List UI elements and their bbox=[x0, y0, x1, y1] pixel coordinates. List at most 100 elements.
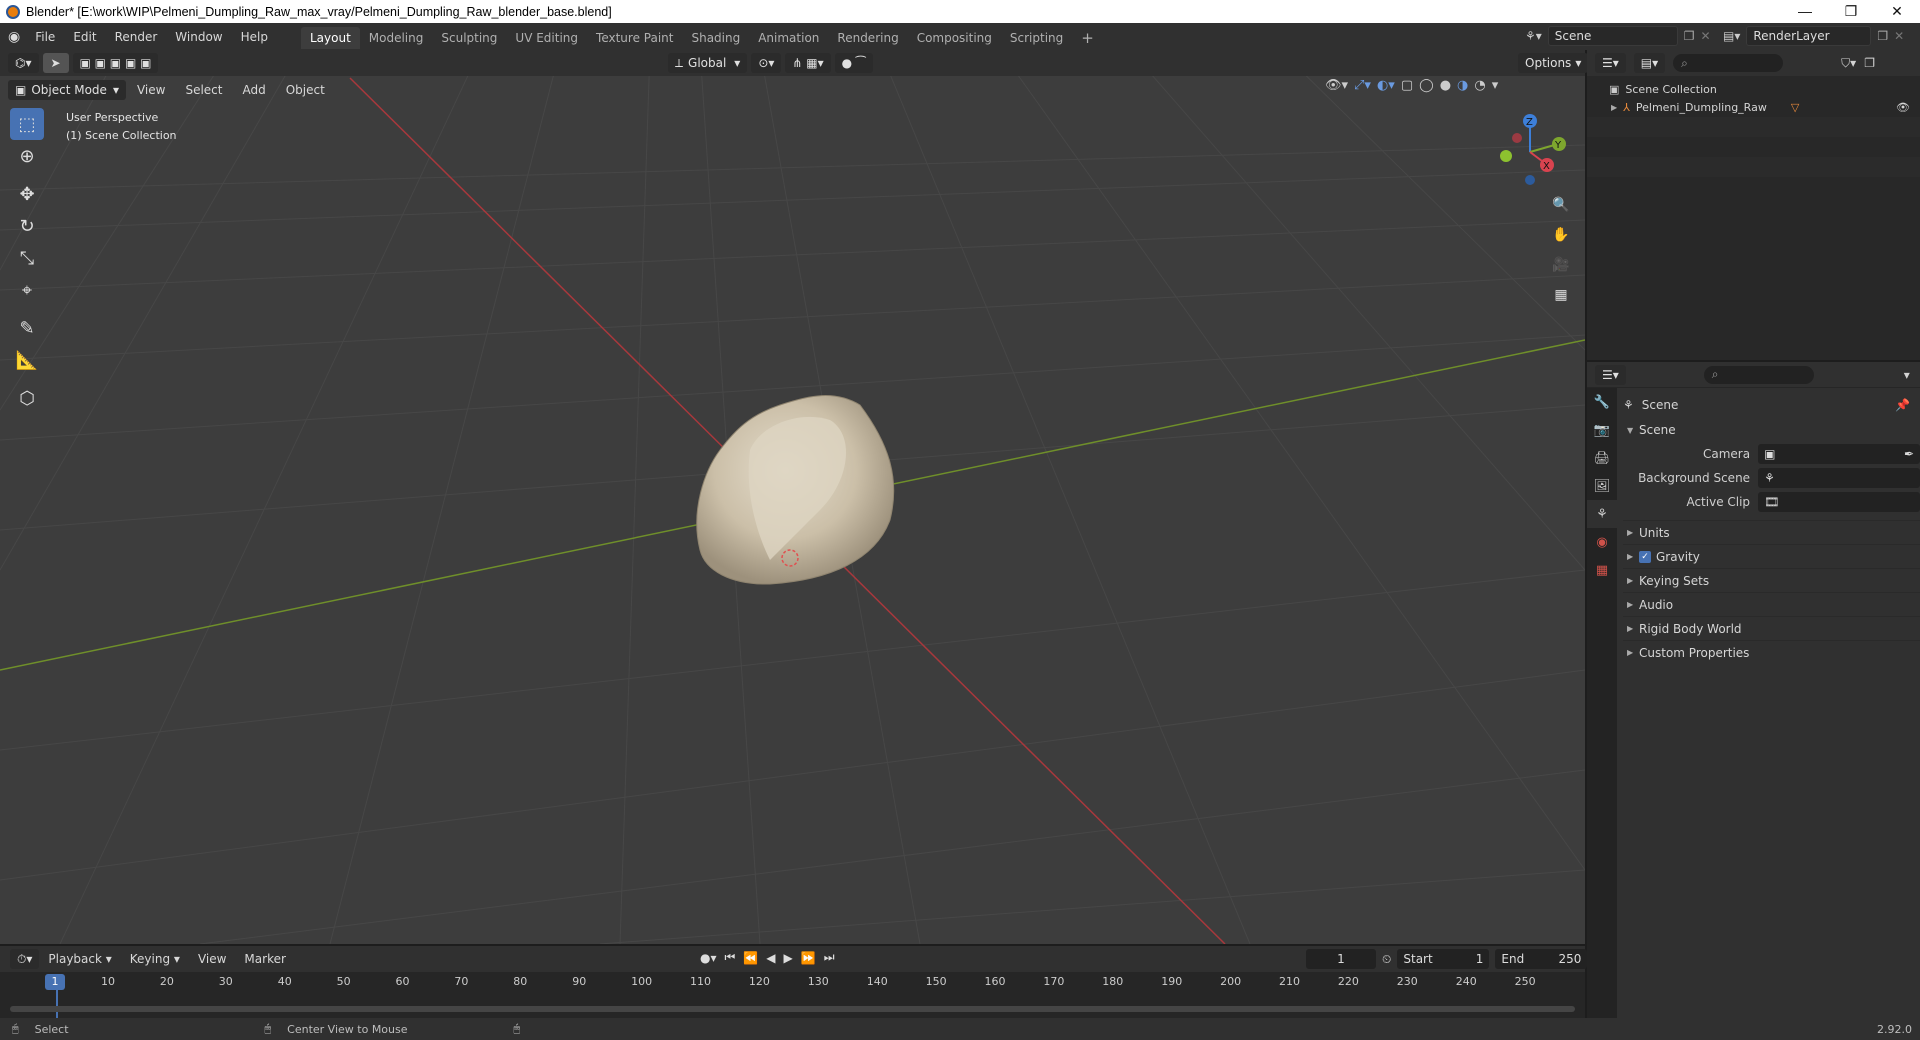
wireframe-shading-icon[interactable]: ◯ bbox=[1419, 78, 1434, 93]
timeline-menu-view[interactable]: View bbox=[189, 947, 235, 971]
xray-icon[interactable]: ▢ bbox=[1401, 78, 1413, 93]
render-layer-field[interactable]: RenderLayer bbox=[1746, 26, 1872, 46]
cursor-tool-icon[interactable]: ⊕ bbox=[10, 140, 44, 172]
overlay-toggle-icon[interactable]: ◐▾ bbox=[1377, 78, 1395, 93]
start-frame-field[interactable]: Start 1 bbox=[1397, 949, 1490, 969]
new-collection-icon[interactable]: ❐ bbox=[1864, 56, 1875, 70]
material-shading-icon[interactable]: ◑ bbox=[1457, 78, 1468, 93]
view-layer-tab-icon[interactable]: 🖼 bbox=[1587, 472, 1617, 500]
menu-help[interactable]: Help bbox=[232, 25, 277, 49]
minimize-icon[interactable]: — bbox=[1782, 0, 1828, 23]
move-tool-icon[interactable]: ✥ bbox=[10, 178, 44, 210]
eyedropper-icon[interactable]: ✒ bbox=[1904, 447, 1914, 461]
options-dropdown[interactable]: Options ▾ bbox=[1518, 53, 1589, 73]
jump-start-icon[interactable]: ⏮ bbox=[725, 950, 736, 965]
active-clip-field[interactable]: 🎞 bbox=[1758, 492, 1920, 512]
outliner-item[interactable]: ▶ ⅄ Pelmeni_Dumpling_Raw ▽ 👁 bbox=[1587, 97, 1920, 117]
annotate-tool-icon[interactable]: ✎ bbox=[10, 312, 44, 344]
timeline-editor-type-icon[interactable]: ⏱▾ bbox=[10, 949, 40, 969]
current-frame-field[interactable]: 1 bbox=[1306, 949, 1376, 969]
visibility-eye-icon[interactable]: 👁 bbox=[1896, 101, 1910, 114]
solid-shading-icon[interactable]: ● bbox=[1440, 78, 1451, 93]
gizmo-toggle-icon[interactable]: ⤢▾ bbox=[1354, 78, 1371, 93]
zoom-icon[interactable]: 🔍 bbox=[1548, 192, 1574, 218]
gravity-checkbox[interactable]: ✓ bbox=[1639, 550, 1651, 563]
texture-tab-icon[interactable]: ▦ bbox=[1587, 556, 1617, 584]
selection-mode-icons[interactable]: ▣ ▣ ▣ ▣ ▣ bbox=[72, 53, 159, 73]
rendered-shading-icon[interactable]: ◔ bbox=[1474, 78, 1485, 93]
proportional-edit-icon[interactable]: ● ⁀ bbox=[834, 53, 873, 73]
jump-end-icon[interactable]: ⏭ bbox=[824, 950, 835, 965]
gravity-panel[interactable]: ▶ ✓ Gravity bbox=[1623, 544, 1920, 568]
ortho-grid-icon[interactable]: ▦ bbox=[1548, 282, 1574, 308]
tool-tab-icon[interactable]: 🔧 bbox=[1587, 388, 1617, 416]
menu-edit[interactable]: Edit bbox=[64, 25, 105, 49]
outliner-display-mode-icon[interactable]: ▤▾ bbox=[1633, 53, 1666, 73]
tab-rendering[interactable]: Rendering bbox=[828, 27, 907, 49]
timeline-menu-marker[interactable]: Marker bbox=[235, 947, 294, 971]
transform-tool-icon[interactable]: ⌖ bbox=[10, 274, 44, 306]
scene-panel-header[interactable]: ▼ Scene bbox=[1623, 418, 1920, 442]
restore-icon[interactable]: ❐ bbox=[1828, 0, 1874, 23]
timeline-scrollbar[interactable] bbox=[10, 1006, 1575, 1012]
filter-icon[interactable]: ⛉▾ bbox=[1841, 56, 1856, 71]
tab-texture-paint[interactable]: Texture Paint bbox=[587, 27, 682, 49]
menu-render[interactable]: Render bbox=[106, 25, 167, 49]
orientation-dropdown[interactable]: ⟂ Global ▾ bbox=[668, 53, 748, 73]
output-tab-icon[interactable]: 🖨 bbox=[1587, 444, 1617, 472]
outliner-scene-collection[interactable]: ▣ Scene Collection bbox=[1587, 76, 1920, 96]
render-layer-icon[interactable]: ▤▾ bbox=[1723, 29, 1740, 43]
expand-arrow-icon[interactable]: ▶ bbox=[1611, 103, 1617, 112]
play-icon[interactable]: ▶ bbox=[784, 951, 793, 965]
world-tab-icon[interactable]: ◉ bbox=[1587, 528, 1617, 556]
tab-uv-editing[interactable]: UV Editing bbox=[506, 27, 587, 49]
add-workspace-icon[interactable]: + bbox=[1072, 27, 1103, 49]
camera-field[interactable]: ▣ ✒ bbox=[1758, 444, 1920, 464]
timeline-menu-playback[interactable]: Playback ▾ bbox=[39, 947, 120, 971]
timeline-track-area[interactable]: 1102030405060708090100110120130140150160… bbox=[0, 972, 1585, 1018]
tab-animation[interactable]: Animation bbox=[749, 27, 828, 49]
tab-modeling[interactable]: Modeling bbox=[360, 27, 433, 49]
properties-search-input[interactable]: ⌕ bbox=[1703, 365, 1814, 384]
pin-icon[interactable]: 📌 bbox=[1895, 398, 1910, 412]
menu-window[interactable]: Window bbox=[166, 25, 231, 49]
properties-editor-type-icon[interactable]: ☰▾ bbox=[1595, 364, 1626, 385]
measure-tool-icon[interactable]: 📐 bbox=[10, 344, 44, 376]
pivot-icon[interactable]: ⊙▾ bbox=[751, 53, 782, 73]
end-frame-field[interactable]: End 250 bbox=[1495, 949, 1588, 969]
menu-file[interactable]: File bbox=[26, 25, 64, 49]
tab-scripting[interactable]: Scripting bbox=[1001, 27, 1072, 49]
scale-tool-icon[interactable]: ⤡ bbox=[10, 242, 44, 274]
navigation-gizmo[interactable]: Z Y X bbox=[1490, 112, 1568, 190]
3d-viewport[interactable] bbox=[0, 50, 1585, 944]
keying-sets-panel[interactable]: ▶ Keying Sets bbox=[1623, 568, 1920, 592]
background-scene-field[interactable]: ⚘ bbox=[1758, 468, 1920, 488]
add-cube-tool-icon[interactable]: ⬡ bbox=[10, 382, 44, 414]
scene-new-icon[interactable]: ❐ bbox=[1684, 29, 1695, 43]
shading-options-icon[interactable]: ▾ bbox=[1492, 78, 1499, 93]
snap-icon[interactable]: ⋔ ▦▾ bbox=[785, 53, 831, 73]
viewport-menu-view[interactable]: View bbox=[128, 78, 174, 102]
scene-selector-icon[interactable]: ⚘▾ bbox=[1525, 29, 1542, 43]
render-layer-new-icon[interactable]: ❐ bbox=[1877, 29, 1888, 43]
scene-remove-icon[interactable]: ✕ bbox=[1701, 29, 1711, 43]
rotate-tool-icon[interactable]: ↻ bbox=[10, 210, 44, 242]
next-keyframe-icon[interactable]: ⏩ bbox=[801, 951, 816, 965]
autokey-record-icon[interactable]: ●▾ bbox=[700, 951, 717, 965]
scene-tab-icon[interactable]: ⚘ bbox=[1587, 500, 1617, 528]
camera-view-icon[interactable]: 🎥 bbox=[1548, 252, 1574, 278]
scene-field[interactable]: Scene bbox=[1547, 26, 1678, 46]
select-tool-icon[interactable]: ➤ bbox=[42, 53, 69, 73]
timeline-menu-keying[interactable]: Keying ▾ bbox=[121, 947, 189, 971]
audio-panel[interactable]: ▶ Audio bbox=[1623, 592, 1920, 616]
close-icon[interactable]: ✕ bbox=[1874, 0, 1920, 23]
blender-menu-icon[interactable]: ◉ bbox=[8, 29, 20, 45]
play-reverse-icon[interactable]: ◀ bbox=[766, 951, 775, 965]
editor-type-icon[interactable]: ⌬▾ bbox=[8, 53, 39, 73]
mode-dropdown[interactable]: ▣ Object Mode ▾ bbox=[8, 80, 126, 100]
visibility-icon[interactable]: 👁▾ bbox=[1325, 78, 1348, 93]
custom-properties-panel[interactable]: ▶ Custom Properties bbox=[1623, 640, 1920, 664]
prev-keyframe-icon[interactable]: ⏪ bbox=[743, 951, 758, 965]
playhead[interactable]: 1 bbox=[45, 974, 65, 990]
outliner-search-input[interactable]: ⌕ bbox=[1673, 54, 1784, 72]
